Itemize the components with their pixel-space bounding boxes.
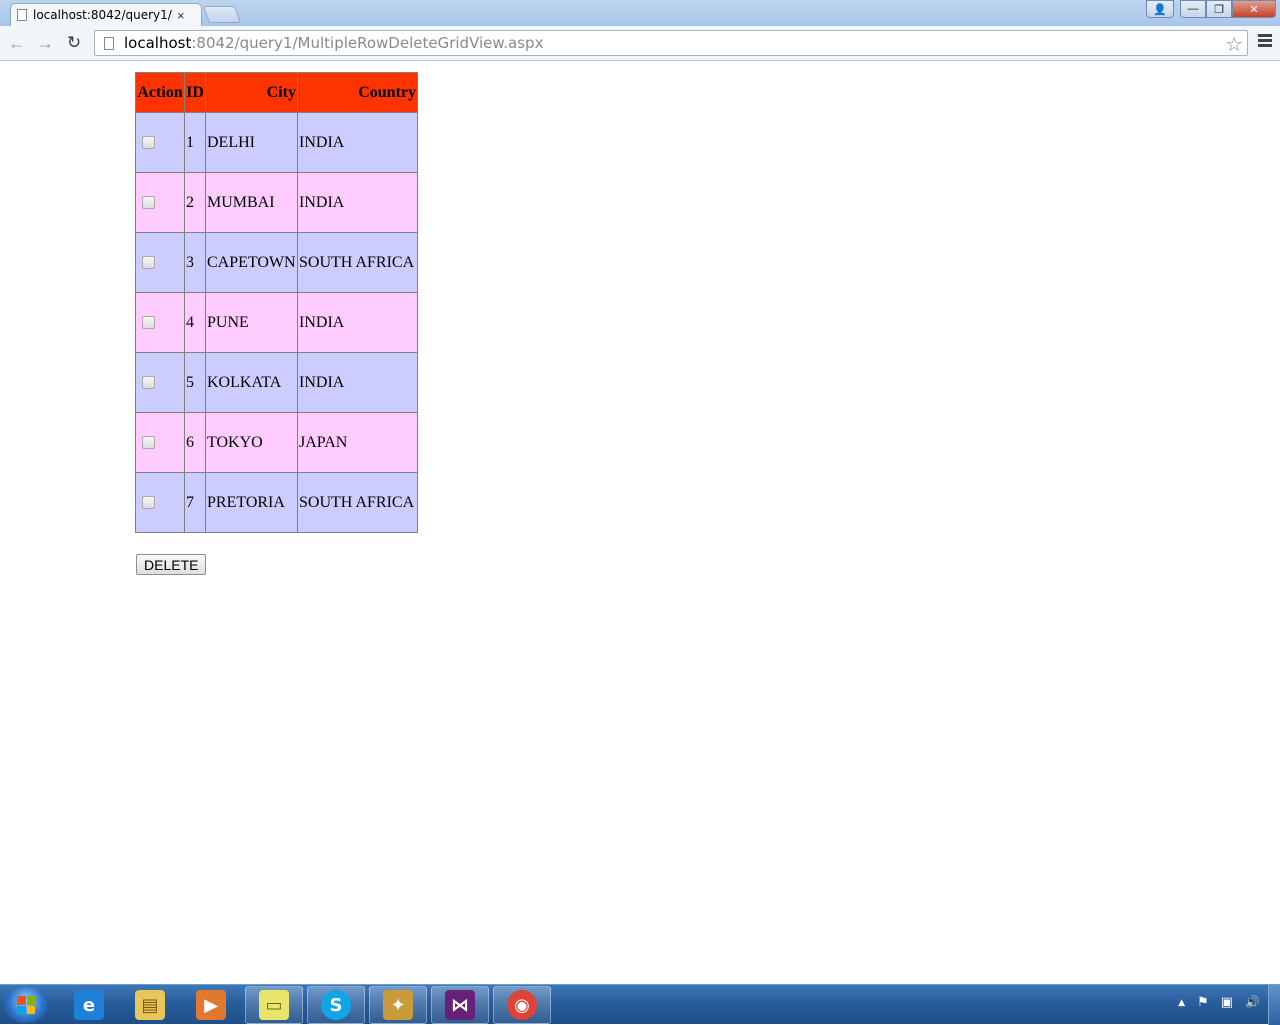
- row-select-checkbox[interactable]: [142, 256, 155, 270]
- chrome-icon: ◉: [507, 990, 537, 1020]
- taskbar-item-media[interactable]: ▶: [182, 986, 240, 1024]
- city-grid: Action ID City Country 1 DELHI INDIA 2 M…: [135, 72, 418, 533]
- row-select-checkbox[interactable]: [142, 196, 155, 210]
- new-tab-button[interactable]: [202, 6, 242, 23]
- sticky-notes-icon: ▭: [259, 990, 289, 1020]
- column-header-country: Country: [297, 72, 418, 113]
- table-row: 7 PRETORIA SOUTH AFRICA: [135, 472, 418, 533]
- column-header-id: ID: [184, 72, 206, 113]
- taskbar-item-explorer[interactable]: ▤: [121, 986, 179, 1024]
- browser-menu-icon[interactable]: [1258, 34, 1272, 48]
- table-row: 5 KOLKATA INDIA: [135, 352, 418, 413]
- delete-button[interactable]: DELETE: [136, 554, 207, 575]
- window-controls: 👤 — ❐ ✕: [1146, 0, 1276, 18]
- row-country: SOUTH AFRICA: [297, 472, 418, 533]
- internet-explorer-icon: e: [74, 990, 104, 1020]
- minimize-button[interactable]: —: [1180, 0, 1206, 18]
- row-country: INDIA: [297, 172, 418, 233]
- taskbar-item-chrome[interactable]: ◉: [493, 986, 551, 1024]
- address-bar[interactable]: localhost:8042/query1/MultipleRowDeleteG…: [94, 30, 1248, 56]
- forward-arrow-icon[interactable]: →: [34, 32, 56, 54]
- bookmark-star-icon[interactable]: ☆: [1225, 32, 1243, 57]
- windows-logo-icon: [17, 996, 35, 1014]
- maximize-button[interactable]: ❐: [1206, 0, 1232, 18]
- system-tray: ▲ ⚑ ▣ 🔊: [1178, 995, 1260, 1010]
- row-id: 6: [184, 412, 206, 473]
- grid-header-row: Action ID City Country: [135, 72, 418, 113]
- row-id: 4: [184, 292, 206, 353]
- row-select-checkbox[interactable]: [142, 316, 155, 330]
- address-url: localhost:8042/query1/MultipleRowDeleteG…: [124, 34, 544, 52]
- column-header-action: Action: [135, 72, 185, 113]
- row-city: KOLKATA: [205, 352, 298, 413]
- row-id: 2: [184, 172, 206, 233]
- network-icon[interactable]: ▣: [1221, 995, 1233, 1010]
- row-id: 3: [184, 232, 206, 293]
- row-country: JAPAN: [297, 412, 418, 473]
- cleaner-icon: ✦: [383, 990, 413, 1020]
- close-window-button[interactable]: ✕: [1232, 0, 1276, 18]
- action-center-flag-icon[interactable]: ⚑: [1197, 995, 1209, 1010]
- row-city: PUNE: [205, 292, 298, 353]
- row-country: INDIA: [297, 292, 418, 353]
- tab-close-icon[interactable]: ×: [177, 8, 185, 23]
- windows-taskbar: e ▤ ▶ ▭ S ✦ ⋈ ◉ ▲ ⚑ ▣ 🔊: [0, 984, 1280, 1025]
- visual-studio-icon: ⋈: [445, 990, 475, 1020]
- row-city: TOKYO: [205, 412, 298, 473]
- row-country: INDIA: [297, 352, 418, 413]
- table-row: 6 TOKYO JAPAN: [135, 412, 418, 473]
- row-city: CAPETOWN: [205, 232, 298, 293]
- row-id: 5: [184, 352, 206, 413]
- reload-icon[interactable]: ↻: [63, 32, 85, 54]
- taskbar-item-visual-studio[interactable]: ⋈: [431, 986, 489, 1024]
- table-row: 1 DELHI INDIA: [135, 112, 418, 173]
- browser-toolbar: ← → ↻ localhost:8042/query1/MultipleRowD…: [0, 26, 1280, 61]
- browser-tab[interactable]: localhost:8042/query1/Mu ×: [10, 3, 202, 26]
- browser-titlebar: localhost:8042/query1/Mu × 👤 — ❐ ✕: [0, 0, 1280, 26]
- taskbar-item-sticky-notes[interactable]: ▭: [245, 986, 303, 1024]
- row-id: 1: [184, 112, 206, 173]
- media-player-icon: ▶: [196, 990, 226, 1020]
- back-arrow-icon[interactable]: ←: [6, 32, 28, 54]
- skype-icon: S: [321, 990, 351, 1020]
- taskbar-item-cleaner[interactable]: ✦: [369, 986, 427, 1024]
- table-row: 4 PUNE INDIA: [135, 292, 418, 353]
- row-id: 7: [184, 472, 206, 533]
- user-profile-icon[interactable]: 👤: [1146, 0, 1174, 18]
- volume-icon[interactable]: 🔊: [1245, 995, 1260, 1010]
- row-select-checkbox[interactable]: [142, 376, 155, 390]
- row-country: INDIA: [297, 112, 418, 173]
- row-select-checkbox[interactable]: [142, 136, 155, 150]
- row-select-checkbox[interactable]: [142, 436, 155, 450]
- row-country: SOUTH AFRICA: [297, 232, 418, 293]
- row-select-checkbox[interactable]: [142, 496, 155, 510]
- tray-expand-icon[interactable]: ▲: [1178, 998, 1185, 1010]
- file-explorer-icon: ▤: [135, 990, 165, 1020]
- start-button[interactable]: [4, 987, 48, 1023]
- column-header-city: City: [205, 72, 298, 113]
- taskbar-item-skype[interactable]: S: [307, 986, 365, 1024]
- tab-title: localhost:8042/query1/Mu: [33, 8, 173, 22]
- page-icon: [104, 36, 114, 50]
- row-city: DELHI: [205, 112, 298, 173]
- show-desktop-button[interactable]: [1268, 985, 1280, 1025]
- table-row: 3 CAPETOWN SOUTH AFRICA: [135, 232, 418, 293]
- page-favicon-icon: [17, 9, 27, 21]
- row-city: MUMBAI: [205, 172, 298, 233]
- row-city: PRETORIA: [205, 472, 298, 533]
- table-row: 2 MUMBAI INDIA: [135, 172, 418, 233]
- taskbar-item-ie[interactable]: e: [60, 986, 118, 1024]
